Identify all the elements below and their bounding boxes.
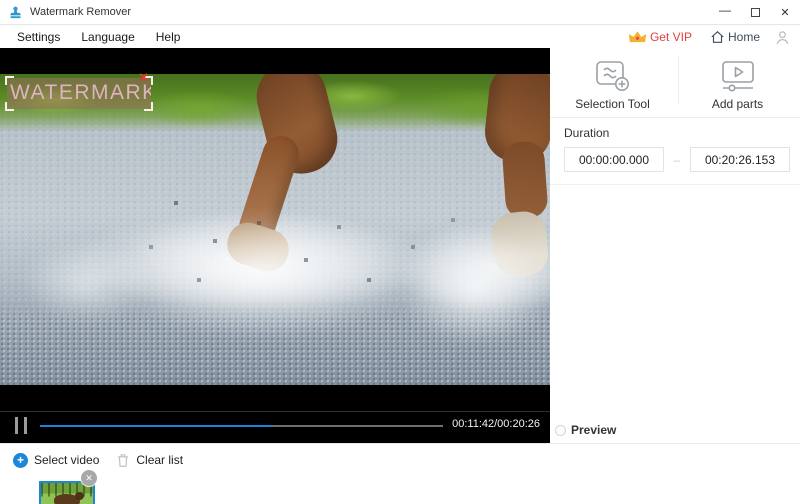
gravel-debris (0, 74, 2, 76)
add-parts-icon (718, 59, 758, 93)
add-icon: + (13, 453, 28, 468)
maximize-button[interactable] (740, 0, 770, 24)
house-icon (709, 29, 726, 45)
preview-label: Preview (571, 423, 616, 437)
dust-cloud (105, 212, 420, 337)
horse-leg-right-shin (501, 141, 548, 220)
bear-image (54, 494, 80, 504)
pause-button[interactable] (15, 417, 29, 434)
preview-radio-icon[interactable] (555, 425, 566, 436)
selection-tool-icon (593, 59, 633, 93)
app-logo-stamp-icon (8, 5, 23, 20)
tools-divider (678, 56, 679, 104)
clear-list-label: Clear list (136, 453, 183, 467)
duration-row: 00:00:00.000 – 00:20:26.153 (564, 147, 800, 172)
time-display: 00:11:42/00:20:26 (452, 418, 540, 430)
menu-settings[interactable]: Settings (13, 30, 64, 44)
select-video-button[interactable]: Select video (34, 453, 99, 467)
duration-section: Duration 00:00:00.000 – 00:20:26.153 (550, 118, 800, 185)
selection-corner-handle[interactable] (5, 76, 14, 85)
account-button[interactable] (774, 29, 791, 46)
get-vip-label: Get VIP (650, 30, 692, 44)
video-player-panel: WATERMARK ✕ 00:11:42/00:20:26 (0, 48, 550, 443)
add-parts-button[interactable]: Add parts (675, 48, 800, 117)
window-controls: — ✕ (710, 0, 800, 24)
dust-cloud (22, 239, 152, 324)
remove-video-icon[interactable]: ✕ (81, 470, 97, 486)
home-label: Home (728, 30, 760, 44)
progress-bar[interactable] (40, 425, 443, 427)
menu-help[interactable]: Help (152, 30, 185, 44)
dust-cloud (398, 229, 550, 344)
duration-label: Duration (564, 126, 800, 140)
crown-icon (628, 30, 647, 45)
window-title: Watermark Remover (30, 6, 131, 18)
selection-tool-label: Selection Tool (575, 97, 650, 111)
clear-list-button[interactable]: Clear list (116, 452, 183, 468)
side-panel: Selection Tool Add parts Duration 00:0 (550, 48, 800, 443)
duration-end-input[interactable]: 00:20:26.153 (690, 147, 790, 172)
watermark-text: WATERMARK (7, 78, 151, 108)
side-panel-spacer (550, 185, 800, 443)
progress-fill (40, 425, 271, 427)
title-bar: Watermark Remover — ✕ (0, 0, 800, 25)
selection-corner-handle[interactable] (5, 102, 14, 111)
close-icon: ✕ (780, 6, 789, 19)
pause-icon (15, 417, 18, 434)
menu-language[interactable]: Language (77, 30, 138, 44)
close-button[interactable]: ✕ (770, 0, 800, 24)
watermark-selection-box[interactable]: WATERMARK ✕ (7, 78, 151, 109)
menu-right-group: Get VIP Home (628, 29, 791, 46)
home-button[interactable]: Home (709, 29, 760, 45)
footer: + Select video Clear list ✕ (0, 443, 800, 504)
add-parts-label: Add parts (712, 97, 763, 111)
remove-selection-icon[interactable]: ✕ (138, 71, 149, 84)
controls-divider (0, 411, 550, 412)
main-area: WATERMARK ✕ 00:11:42/00:20:26 (0, 48, 800, 443)
video-frame[interactable] (0, 74, 550, 385)
selection-corner-handle[interactable] (144, 102, 153, 111)
duration-start-input[interactable]: 00:00:00.000 (564, 147, 664, 172)
pause-icon (24, 417, 27, 434)
watermark-remover-window: Watermark Remover — ✕ Settings Language … (0, 0, 800, 504)
menu-bar: Settings Language Help Get VIP Home (0, 26, 800, 48)
tools-section: Selection Tool Add parts (550, 48, 800, 118)
minimize-icon: — (719, 3, 731, 17)
duration-range-separator: – (664, 153, 690, 167)
footer-actions: + Select video Clear list (0, 444, 800, 468)
preview-toggle[interactable]: Preview (555, 423, 616, 437)
person-icon (774, 29, 791, 46)
trash-icon (116, 452, 130, 468)
get-vip-button[interactable]: Get VIP (628, 30, 692, 45)
minimize-button[interactable]: — (710, 0, 740, 24)
maximize-icon (751, 8, 760, 17)
selection-tool-button[interactable]: Selection Tool (550, 48, 675, 117)
